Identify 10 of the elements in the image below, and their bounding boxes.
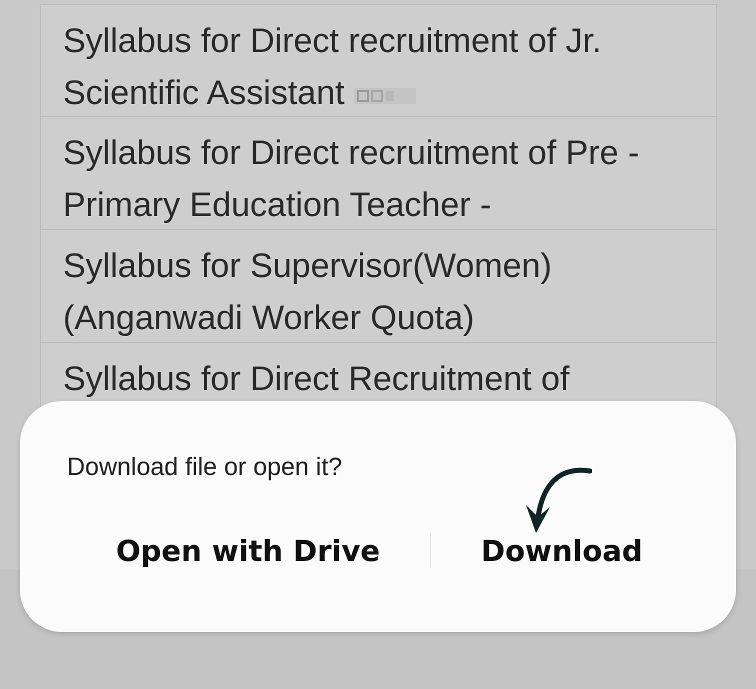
dialog-question: Download file or open it? <box>67 453 342 482</box>
syllabus-row[interactable]: Syllabus for Direct recruitment of Pre - Primary Education Teacher - <box>40 117 717 230</box>
syllabus-row[interactable]: Syllabus for Direct recruitment of Jr. Scientific Assistant <box>40 4 717 117</box>
syllabus-row[interactable]: Syllabus for Supervisor(Women) (Anganwadi Worker Quota) <box>40 230 717 343</box>
syllabus-title: Syllabus for Direct Recruitment of <box>63 360 570 398</box>
syllabus-title: Syllabus for Direct recruitment of Jr. Scientific Assistant <box>63 22 602 112</box>
syllabus-title: Syllabus for Supervisor(Women) (Anganwadi Worker Quota) <box>63 247 552 337</box>
syllabus-title: Syllabus for Direct recruitment of Pre - Primary Education Teacher - <box>63 134 640 224</box>
open-with-drive-button[interactable]: Open with Drive <box>102 526 394 576</box>
download-button[interactable]: Download <box>467 526 657 576</box>
